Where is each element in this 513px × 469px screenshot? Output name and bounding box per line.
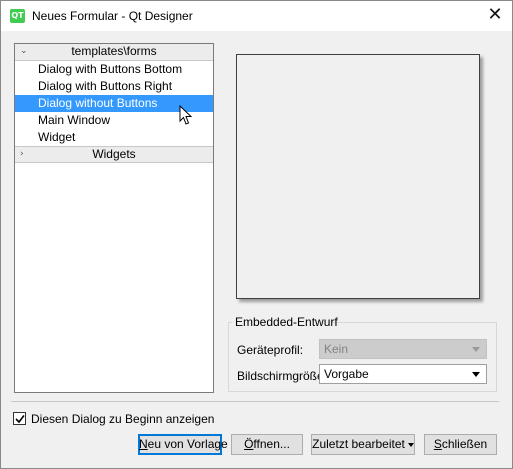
tree-item-dialog-buttons-bottom[interactable]: Dialog with Buttons Bottom: [15, 61, 213, 78]
device-profile-label: Geräteprofil:: [237, 343, 304, 357]
chevron-down-icon[interactable]: ⌄: [20, 44, 28, 59]
button-label: chließen: [441, 437, 488, 451]
tree-group-widgets[interactable]: › Widgets: [15, 146, 213, 163]
startup-checkbox[interactable]: [13, 412, 26, 425]
group-border: [331, 322, 497, 323]
screen-size-label: Bildschirmgröße:: [237, 369, 328, 383]
dropdown-arrow-icon: [472, 347, 480, 352]
qt-app-icon: QT: [10, 9, 25, 23]
group-border: [228, 322, 232, 323]
chevron-right-icon[interactable]: ›: [20, 147, 24, 162]
mouse-cursor-icon: [179, 105, 193, 125]
dropdown-arrow-icon: [472, 372, 480, 377]
separator: [11, 401, 499, 402]
tree-item-dialog-buttons-right[interactable]: Dialog with Buttons Right: [15, 78, 213, 95]
close-button[interactable]: Schließen: [424, 434, 497, 455]
tree-group-templates-forms[interactable]: ⌄ templates\forms: [15, 44, 213, 61]
embedded-group-title: Embedded-Entwurf: [235, 315, 338, 329]
close-icon: ✕: [487, 4, 503, 25]
form-preview: [236, 54, 480, 299]
mnemonic: S: [433, 437, 442, 451]
device-profile-value: Kein: [324, 342, 349, 356]
new-form-dialog: QT Neues Formular - Qt Designer ✕ ⌄ temp…: [0, 0, 513, 469]
open-button[interactable]: Öffnen...: [231, 434, 303, 455]
screen-size-select[interactable]: Vorgabe: [319, 364, 487, 384]
window-title: Neues Formular - Qt Designer: [32, 9, 193, 23]
button-label: eu von Vorlage: [147, 437, 228, 451]
checkmark-icon: [15, 415, 25, 424]
tree-item-widget[interactable]: Widget: [15, 129, 213, 146]
startup-checkbox-label[interactable]: Diesen Dialog zu Beginn anzeigen: [31, 412, 214, 426]
template-tree[interactable]: ⌄ templates\forms Dialog with Buttons Bo…: [14, 43, 214, 393]
screen-size-value: Vorgabe: [324, 367, 369, 381]
button-label: Zuletzt bearbeitet: [312, 437, 405, 451]
device-profile-select: Kein: [319, 339, 487, 359]
close-window-button[interactable]: ✕: [478, 1, 512, 31]
recent-files-button[interactable]: Zuletzt bearbeitet: [311, 434, 415, 455]
mnemonic: N: [139, 437, 148, 451]
new-from-template-button[interactable]: Neu von Vorlage: [138, 434, 228, 455]
title-bar: QT Neues Formular - Qt Designer ✕: [1, 1, 512, 31]
dropdown-arrow-icon: [407, 442, 414, 447]
tree-group-label: Widgets: [92, 147, 136, 161]
button-label: ffnen...: [253, 437, 290, 451]
tree-group-label: templates\forms: [71, 44, 157, 58]
